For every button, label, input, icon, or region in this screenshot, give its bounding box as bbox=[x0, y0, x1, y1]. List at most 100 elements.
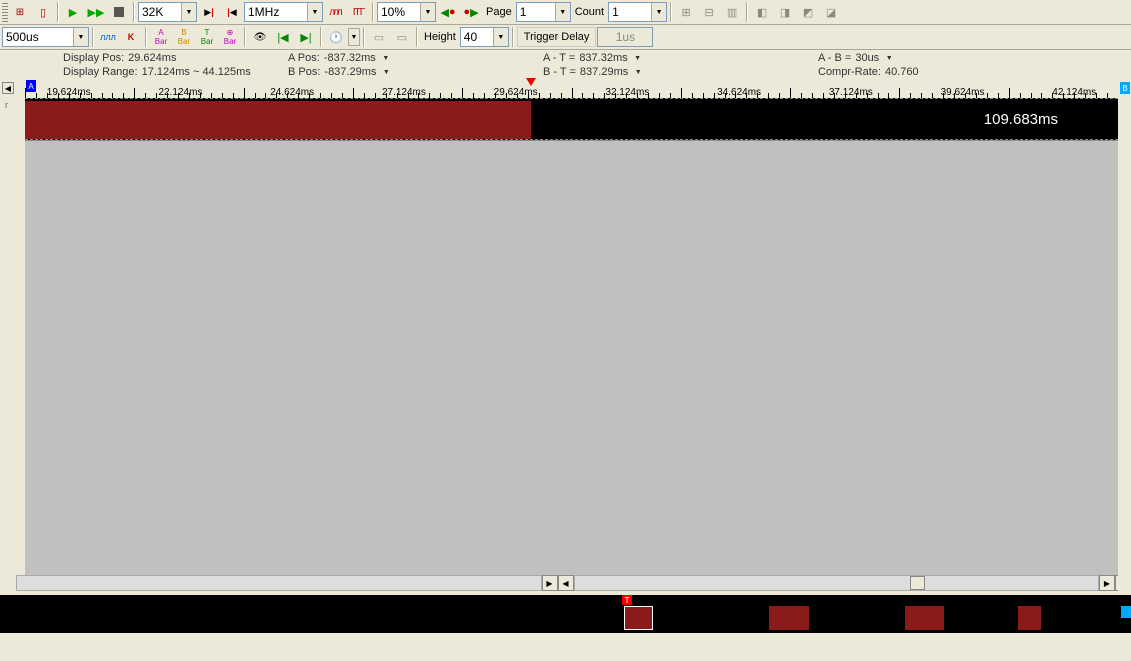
memory-size-input[interactable] bbox=[139, 3, 181, 21]
toolbar-row-2: ▼ ллл K ABar BBar TBar ⊕Bar 👁 |◀ ▶| 🕐 ▼ … bbox=[0, 25, 1131, 50]
separator bbox=[416, 27, 418, 47]
dropdown-arrow-icon[interactable]: ▼ bbox=[555, 3, 570, 21]
device-button[interactable]: ▯ bbox=[32, 2, 54, 22]
b-pos-value: -837.29ms bbox=[324, 66, 376, 78]
overview-chunk bbox=[905, 606, 945, 630]
marker-b-flag[interactable]: B bbox=[1120, 82, 1130, 94]
page-input[interactable] bbox=[517, 3, 555, 21]
goto-prev-button[interactable]: |◀ bbox=[272, 27, 294, 47]
grid-1-button: ⊞ bbox=[675, 2, 697, 22]
zoom-combo[interactable]: ▼ bbox=[377, 2, 436, 22]
page-combo[interactable]: ▼ bbox=[516, 2, 571, 22]
hscroll-left-2[interactable]: ◀ bbox=[558, 575, 574, 591]
height-combo[interactable]: ▼ bbox=[460, 27, 509, 47]
dropdown-arrow-icon[interactable]: ▼ bbox=[181, 3, 196, 21]
clock-dropdown[interactable]: ▼ bbox=[348, 28, 360, 46]
clock-button[interactable]: 🕐 bbox=[325, 27, 347, 47]
separator bbox=[512, 27, 514, 47]
count-combo[interactable]: ▼ bbox=[608, 2, 667, 22]
ruler-label: 32.124ms bbox=[605, 87, 649, 98]
disabled-tool-1: ▭ bbox=[368, 27, 390, 47]
status-area: Display Pos:29.624ms Display Range:17.12… bbox=[0, 50, 1131, 80]
disabled-tool-2: ▭ bbox=[391, 27, 413, 47]
b-t-dropdown[interactable]: ▼ bbox=[632, 66, 644, 78]
dropdown-arrow-icon[interactable]: ▼ bbox=[420, 3, 435, 21]
height-label: Height bbox=[421, 31, 459, 43]
hscroll-track-2[interactable] bbox=[574, 575, 1100, 591]
bar-toggle-button[interactable]: ⊕Bar bbox=[219, 27, 241, 47]
align-3-button: ◩ bbox=[797, 2, 819, 22]
config-button[interactable]: ⊞ bbox=[9, 2, 31, 22]
b-pos-dropdown[interactable]: ▼ bbox=[380, 66, 392, 78]
a-t-value: 837.32ms bbox=[579, 52, 627, 64]
separator bbox=[145, 27, 147, 47]
align-1-button: ◧ bbox=[751, 2, 773, 22]
zoom-prev-button[interactable]: ◀● bbox=[437, 2, 459, 22]
trigger-delay-value bbox=[598, 28, 652, 46]
time-div-input[interactable] bbox=[3, 28, 73, 46]
marker-a-flag[interactable]: A bbox=[26, 80, 36, 92]
overview-chunk bbox=[769, 606, 809, 630]
next-marker-button[interactable]: |◀ bbox=[221, 2, 243, 22]
cursor-k-button[interactable]: K bbox=[120, 27, 142, 47]
grid-3-button: ▥ bbox=[721, 2, 743, 22]
bar-a-button[interactable]: ABar bbox=[150, 27, 172, 47]
memory-size-combo[interactable]: ▼ bbox=[138, 2, 197, 22]
prev-marker-button[interactable]: ▶| bbox=[198, 2, 220, 22]
goto-next-button[interactable]: ▶| bbox=[295, 27, 317, 47]
a-pos-dropdown[interactable]: ▼ bbox=[380, 52, 392, 64]
hscroll-outer: ◀ ▶ ◀ ▶ ▼ bbox=[0, 575, 1131, 591]
ruler-label: 29.624ms bbox=[494, 87, 538, 98]
grid-2-button: ⊟ bbox=[698, 2, 720, 22]
play-button[interactable]: ▶ bbox=[62, 2, 84, 22]
bar-t-button[interactable]: TBar bbox=[196, 27, 218, 47]
zoom-next-button[interactable]: ●▶ bbox=[460, 2, 482, 22]
count-input[interactable] bbox=[609, 3, 651, 21]
gutter-label: r bbox=[5, 100, 8, 110]
waveform-body[interactable] bbox=[25, 140, 1118, 575]
dropdown-arrow-icon[interactable]: ▼ bbox=[493, 28, 508, 46]
display-range-label: Display Range: bbox=[63, 66, 138, 78]
a-b-value: 30us bbox=[855, 52, 879, 64]
a-t-dropdown[interactable]: ▼ bbox=[632, 52, 644, 64]
fast-forward-button[interactable]: ▶▶ bbox=[85, 2, 107, 22]
time-div-combo[interactable]: ▼ bbox=[2, 27, 89, 47]
a-pos-value: -837.32ms bbox=[324, 52, 376, 64]
sample-rate-input[interactable] bbox=[245, 3, 307, 21]
trigger-marker-icon[interactable] bbox=[526, 78, 536, 86]
dropdown-arrow-icon[interactable]: ▼ bbox=[73, 28, 88, 46]
ruler-label: 22.124ms bbox=[158, 87, 202, 98]
height-input[interactable] bbox=[461, 28, 493, 46]
separator bbox=[133, 2, 135, 22]
dropdown-arrow-icon[interactable]: ▼ bbox=[651, 3, 666, 21]
a-b-dropdown[interactable]: ▼ bbox=[883, 52, 895, 64]
timeline-ruler[interactable]: A 19.624ms22.124ms24.624ms27.124ms29.624… bbox=[25, 80, 1118, 98]
main-waveform-area: ◀ r A 19.624ms22.124ms24.624ms27.124ms29… bbox=[0, 80, 1131, 593]
hscroll-thumb[interactable] bbox=[910, 576, 926, 590]
align-4-button: ◪ bbox=[820, 2, 842, 22]
display-pos-label: Display Pos: bbox=[63, 52, 124, 64]
signal-row[interactable]: 109.683ms bbox=[25, 98, 1118, 140]
search-button[interactable]: 👁 bbox=[249, 27, 271, 47]
signal-area: 109.683ms bbox=[25, 98, 1118, 140]
overview-bar[interactable]: T bbox=[0, 595, 1131, 633]
overview-viewport-window[interactable] bbox=[624, 606, 652, 630]
dropdown-arrow-icon[interactable]: ▼ bbox=[307, 3, 322, 21]
hscroll-right-1[interactable]: ▶ bbox=[542, 575, 558, 591]
b-t-label: B - T = bbox=[543, 66, 576, 78]
stop-button[interactable] bbox=[108, 2, 130, 22]
wave-2-button[interactable]: ГГГ bbox=[347, 2, 369, 22]
hscroll-track-1[interactable] bbox=[16, 575, 542, 591]
overview-trigger-flag[interactable]: T bbox=[622, 595, 632, 605]
wave-1-button[interactable]: ллл bbox=[324, 2, 346, 22]
overview-chunk bbox=[1018, 606, 1041, 630]
hscroll-right-2[interactable]: ▶ bbox=[1099, 575, 1115, 591]
sample-rate-combo[interactable]: ▼ bbox=[244, 2, 323, 22]
zoom-input[interactable] bbox=[378, 3, 420, 21]
bar-b-button[interactable]: BBar bbox=[173, 27, 195, 47]
separator bbox=[320, 27, 322, 47]
overview-end-marker bbox=[1121, 606, 1131, 618]
right-gutter: B bbox=[1118, 80, 1131, 593]
gutter-scroll-left[interactable]: ◀ bbox=[2, 82, 14, 94]
wave-icon-button[interactable]: ллл bbox=[97, 27, 119, 47]
